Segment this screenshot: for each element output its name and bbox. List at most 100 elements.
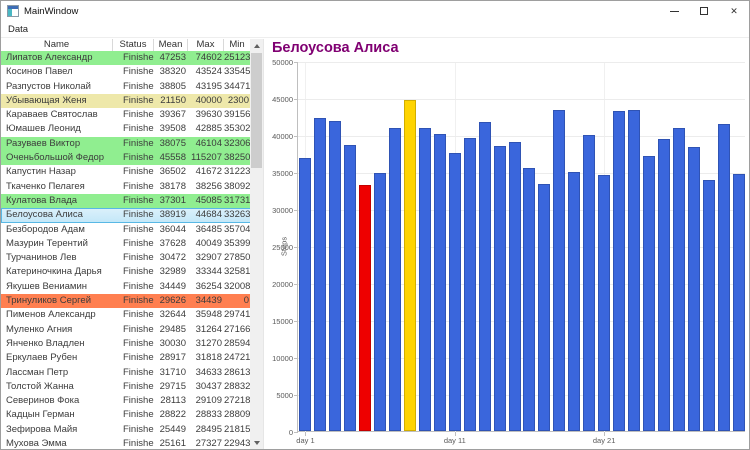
cell-max: 29109 xyxy=(195,395,222,407)
table-row[interactable]: Разпустов Николай Finished 38805 4319534471 xyxy=(1,80,251,94)
table-row[interactable]: Юмашев Леонид Finished 39508 4288535302 xyxy=(1,122,251,136)
cell-max: 28495 xyxy=(195,423,222,435)
table-row[interactable]: Липатов Александр Finished 47253 7460225123 xyxy=(1,51,251,66)
menu-item-data[interactable]: Data xyxy=(1,24,35,35)
bar xyxy=(299,157,312,431)
table-row[interactable]: Еркулаев Рубен Finished 28917 3181824721 xyxy=(1,351,251,365)
table-row[interactable]: Толстой Жанна Finished 29715 3043728832 xyxy=(1,380,251,394)
table-row[interactable]: Мухова Эмма Finished 25161 2732722943 xyxy=(1,437,251,449)
table-row[interactable]: Мазурин Терентий Finished 37628 4004935399 xyxy=(1,237,251,251)
bar xyxy=(568,172,581,431)
cell-max: 28833 xyxy=(195,409,222,421)
y-tick-label: 45000 xyxy=(272,94,293,104)
table-row[interactable]: Кулатова Влада Finished 37301 4508531731 xyxy=(1,193,251,209)
cell-name: Караваев Святослав xyxy=(6,109,98,121)
table-row[interactable]: Зефирова Майя Finished 25449 2849521815 xyxy=(1,423,251,437)
table-row[interactable]: Якушев Вениамин Finished 34449 3625432008 xyxy=(1,280,251,294)
cell-mean: 37301 xyxy=(159,194,186,206)
chart-title: Белоусова Алиса xyxy=(272,40,399,56)
table-row[interactable]: Оченьбольшой Федор Finished 45558 115207382… xyxy=(1,151,251,166)
minimize-icon xyxy=(669,10,679,12)
table-row[interactable]: Турчанинов Лев Finished 30472 3290727850 xyxy=(1,251,251,265)
cell-status: Finished xyxy=(123,438,154,449)
horizontal-gridline xyxy=(298,62,745,63)
y-tick-label: 25000 xyxy=(272,242,293,252)
cell-name: Безбородов Адам xyxy=(6,223,85,235)
bar xyxy=(553,109,566,431)
bar xyxy=(493,146,506,431)
table-row[interactable]: Катериночкина Дарья Finished 32989 33344325… xyxy=(1,265,251,279)
cell-mean: 30030 xyxy=(159,337,186,349)
chart-panel: Белоусова Алиса Steps Days day 1day 11da… xyxy=(264,39,749,449)
scroll-up-button[interactable] xyxy=(250,39,263,52)
cell-status: Finished xyxy=(123,409,154,421)
cell-min: 31223 xyxy=(224,166,251,178)
y-tick-mark xyxy=(294,136,298,137)
table-row[interactable]: Лассман Петр Finished 31710 3463328613 xyxy=(1,366,251,380)
cell-min: 24721 xyxy=(224,352,251,364)
y-tick-mark xyxy=(294,321,298,322)
cell-max: 39630 xyxy=(195,109,222,121)
close-icon: ✕ xyxy=(730,5,738,16)
bar xyxy=(687,146,700,431)
bar xyxy=(583,135,596,431)
cell-status: Finished xyxy=(123,52,154,63)
table-row[interactable]: Кадцын Герман Finished 28822 2883328809 xyxy=(1,408,251,422)
table-row[interactable]: Муленко Агния Finished 29485 3126427166 xyxy=(1,323,251,337)
scroll-down-button[interactable] xyxy=(250,436,263,449)
cell-max: 42885 xyxy=(195,123,222,135)
cell-min: 38250 xyxy=(224,152,251,164)
minimize-button[interactable] xyxy=(659,1,689,21)
cell-mean: 31710 xyxy=(159,366,186,378)
cell-max: 45085 xyxy=(195,194,222,206)
scrollbar-thumb[interactable] xyxy=(251,53,262,168)
x-tick-label: day 21 xyxy=(592,436,616,445)
table-row[interactable]: Разуваев Виктор Finished 38075 4610432306 xyxy=(1,136,251,152)
table-row[interactable]: Северинов Фока Finished 28113 2910927218 xyxy=(1,394,251,408)
content: Name Status Mean Max Min Липатов Александр Fi… xyxy=(1,39,749,449)
table-row[interactable]: Тринуликов Сергей Finished 29626 34439 0 xyxy=(1,294,251,309)
plot-area: Steps Days day 1day 11day 21050001000015… xyxy=(272,58,745,449)
cell-status: Finished xyxy=(123,152,154,164)
cell-min: 39156 xyxy=(224,109,251,121)
table-row[interactable]: Косинов Павел Finished 38320 4352433545 xyxy=(1,65,251,79)
table-row[interactable]: Караваев Святослав Finished 39367 396303915… xyxy=(1,108,251,122)
cell-mean: 28917 xyxy=(159,352,186,364)
cell-min: 22943 xyxy=(224,438,251,449)
table-row[interactable]: Пименов Александр Finished 32644 3594829741 xyxy=(1,308,251,322)
cell-mean: 38178 xyxy=(159,180,186,192)
cell-status: Finished xyxy=(123,194,154,206)
cell-name: Толстой Жанна xyxy=(6,380,74,392)
bar xyxy=(702,180,715,431)
cell-status: Finished xyxy=(123,309,154,321)
cell-status: Finished xyxy=(123,66,154,78)
maximize-button[interactable] xyxy=(689,1,719,21)
close-button[interactable]: ✕ xyxy=(719,1,749,21)
table-row[interactable]: Капустин Назар Finished 36502 4167231223 xyxy=(1,165,251,179)
cell-mean: 38805 xyxy=(159,80,186,92)
y-tick-mark xyxy=(294,62,298,63)
cell-name: Кадцын Герман xyxy=(6,409,75,421)
table-row[interactable]: Ткаченко Пелагея Finished 38178 3825638092 xyxy=(1,180,251,194)
bar xyxy=(717,123,730,431)
cell-status: Finished xyxy=(123,123,154,135)
cell-status: Finished xyxy=(123,80,154,92)
bar xyxy=(672,128,685,431)
cell-min: 28613 xyxy=(224,366,251,378)
table-row[interactable]: Янченко Владлен Finished 30030 3127028594 xyxy=(1,337,251,351)
y-tick-mark xyxy=(294,247,298,248)
cell-status: Finished xyxy=(123,237,154,249)
y-tick-label: 10000 xyxy=(272,353,293,363)
cell-mean: 37628 xyxy=(159,237,186,249)
cell-mean: 45558 xyxy=(159,152,186,164)
table-row[interactable]: Убывающая Женя Finished 21150 40000 2300 xyxy=(1,93,251,109)
cell-min: 25123 xyxy=(224,52,251,63)
cell-min: 28594 xyxy=(224,337,251,349)
cell-min: 38092 xyxy=(224,180,251,192)
bar-min xyxy=(359,184,372,431)
bar xyxy=(448,152,461,431)
table-row[interactable]: Белоусова Алиса Finished 38919 4468433263 xyxy=(1,208,251,223)
table-row[interactable]: Безбородов Адам Finished 36044 3648535704 xyxy=(1,223,251,237)
cell-min: 33545 xyxy=(224,66,251,78)
y-tick-mark xyxy=(294,432,298,433)
